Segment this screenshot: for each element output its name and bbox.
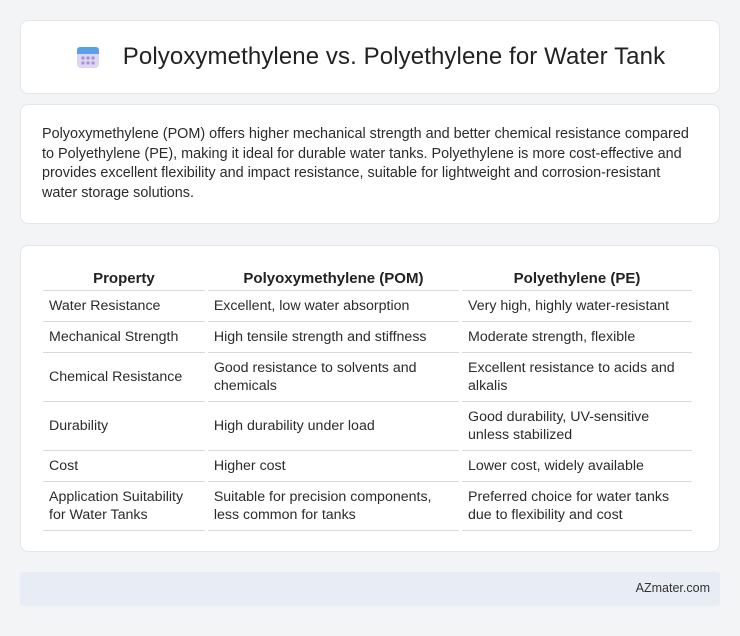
cell-pe: Very high, highly water-resistant bbox=[462, 291, 692, 322]
cell-property: Cost bbox=[43, 451, 205, 482]
cell-property: Durability bbox=[43, 402, 205, 451]
title-card: Polyoxymethylene vs. Polyethylene for Wa… bbox=[20, 20, 720, 94]
comparison-table: Property Polyoxymethylene (POM) Polyethy… bbox=[40, 264, 695, 531]
table-row: Application Suitability for Water Tanks … bbox=[43, 482, 692, 531]
page-title: Polyoxymethylene vs. Polyethylene for Wa… bbox=[122, 43, 666, 70]
cell-property: Water Resistance bbox=[43, 291, 205, 322]
cell-pom: High durability under load bbox=[207, 402, 460, 451]
cell-pe: Lower cost, widely available bbox=[462, 451, 692, 482]
cell-pom: Suitable for precision components, less … bbox=[207, 482, 460, 531]
cell-pe: Excellent resistance to acids and alkali… bbox=[462, 353, 692, 402]
table-card: Property Polyoxymethylene (POM) Polyethy… bbox=[20, 245, 720, 552]
table-row: Cost Higher cost Lower cost, widely avai… bbox=[43, 451, 692, 482]
cell-property: Mechanical Strength bbox=[43, 322, 205, 353]
table-row: Durability High durability under load Go… bbox=[43, 402, 692, 451]
table-header-row: Property Polyoxymethylene (POM) Polyethy… bbox=[43, 264, 692, 291]
cell-pe: Good durability, UV-sensitive unless sta… bbox=[462, 402, 692, 451]
header-pom: Polyoxymethylene (POM) bbox=[207, 264, 460, 291]
cell-pom: Excellent, low water absorption bbox=[207, 291, 460, 322]
calendar-icon bbox=[75, 44, 101, 70]
footer-site-link[interactable]: AZmater.com bbox=[636, 581, 710, 595]
header-property: Property bbox=[43, 264, 205, 291]
title-row: Polyoxymethylene vs. Polyethylene for Wa… bbox=[75, 43, 665, 71]
cell-pe: Moderate strength, flexible bbox=[462, 322, 692, 353]
table-row: Mechanical Strength High tensile strengt… bbox=[43, 322, 692, 353]
cell-pom: Good resistance to solvents and chemical… bbox=[207, 353, 460, 402]
cell-property: Application Suitability for Water Tanks bbox=[43, 482, 205, 531]
table-row: Chemical Resistance Good resistance to s… bbox=[43, 353, 692, 402]
header-pe: Polyethylene (PE) bbox=[462, 264, 692, 291]
cell-property: Chemical Resistance bbox=[43, 353, 205, 402]
table-row: Water Resistance Excellent, low water ab… bbox=[43, 291, 692, 322]
summary-card: Polyoxymethylene (POM) offers higher mec… bbox=[20, 104, 720, 224]
summary-text: Polyoxymethylene (POM) offers higher mec… bbox=[42, 126, 689, 201]
cell-pom: High tensile strength and stiffness bbox=[207, 322, 460, 353]
footer-bar: AZmater.com bbox=[20, 572, 720, 606]
cell-pom: Higher cost bbox=[207, 451, 460, 482]
cell-pe: Preferred choice for water tanks due to … bbox=[462, 482, 692, 531]
